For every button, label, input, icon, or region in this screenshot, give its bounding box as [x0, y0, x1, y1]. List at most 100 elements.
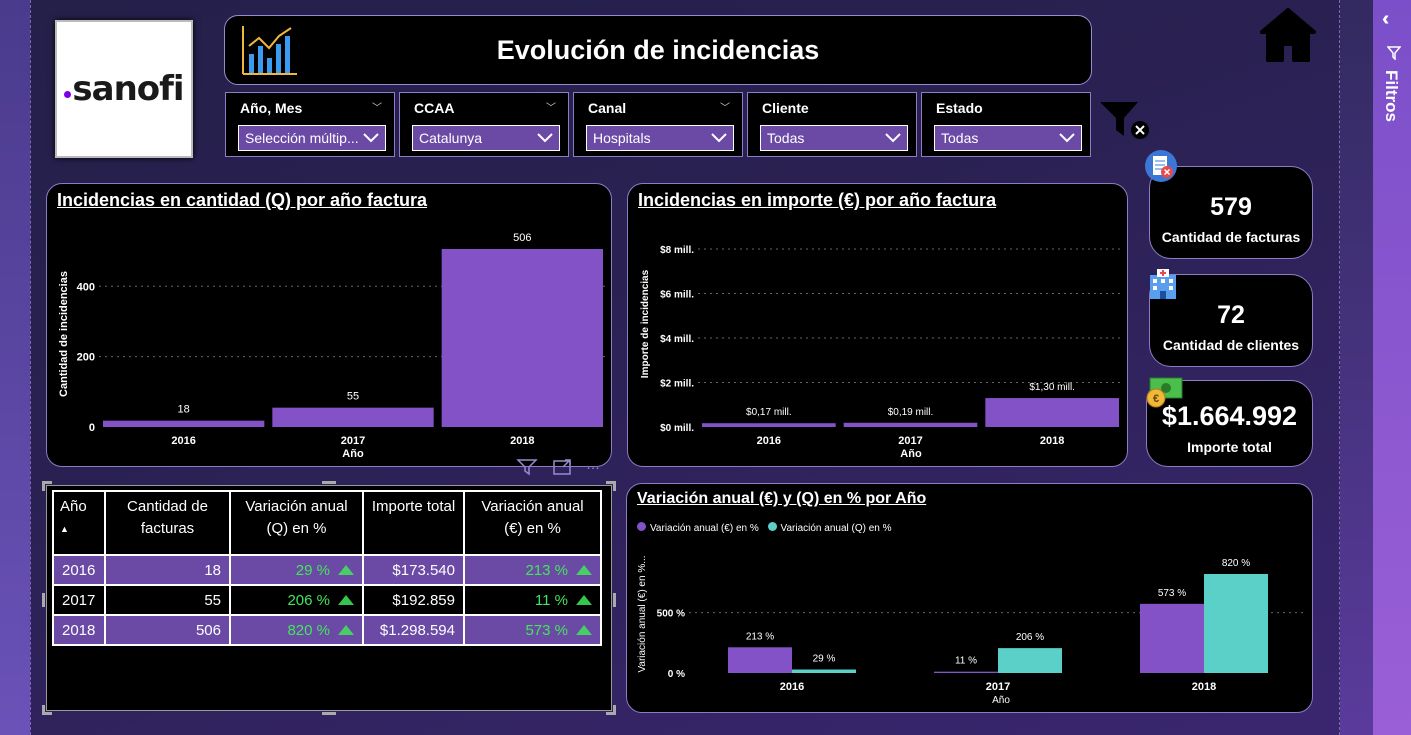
- logo-text: sanofi: [64, 69, 185, 109]
- bar[interactable]: [441, 249, 603, 427]
- cell-var-e: 573 %: [463, 614, 602, 646]
- x-tick-label: 2016: [171, 435, 195, 447]
- column-header[interactable]: Cantidad de facturas: [104, 490, 231, 556]
- data-label: 213 %: [746, 631, 774, 642]
- data-label: 573 %: [1158, 588, 1186, 599]
- x-tick-label: 2018: [1192, 681, 1216, 693]
- filters-pane[interactable]: ‹‹ Filtros: [1373, 0, 1411, 735]
- slicer-value: Hospitals: [593, 130, 651, 146]
- bar[interactable]: [728, 647, 792, 673]
- bar[interactable]: [843, 422, 978, 427]
- chevron-down-icon[interactable]: ﹀: [720, 99, 730, 114]
- header-label: Variación anual (Q) en %: [245, 498, 348, 537]
- invoice-icon: [1145, 150, 1177, 182]
- table-row[interactable]: 2016 18 29 % $173.540 213 %: [52, 554, 602, 586]
- slicer-dropdown[interactable]: Hospitals: [586, 125, 734, 151]
- dropdown-arrow-icon: [363, 133, 379, 143]
- up-arrow-icon: [338, 594, 354, 605]
- sort-asc-icon: ▲: [60, 524, 69, 534]
- bar[interactable]: [272, 407, 434, 427]
- column-header[interactable]: Año ▲: [52, 490, 106, 556]
- bar[interactable]: [934, 671, 998, 673]
- bar[interactable]: [792, 669, 856, 673]
- slicer-ccaa[interactable]: CCAA ﹀ Catalunya: [399, 92, 569, 157]
- clear-filters-icon[interactable]: [1098, 100, 1152, 142]
- filters-pane-label[interactable]: Filtros: [1381, 70, 1401, 122]
- header-label: Cantidad de facturas: [127, 498, 208, 537]
- more-options-icon[interactable]: …: [586, 456, 600, 472]
- focus-mode-icon[interactable]: [552, 458, 574, 476]
- up-arrow-icon: [338, 564, 354, 575]
- home-icon[interactable]: [1258, 6, 1318, 64]
- cell-importe: $1.298.594: [362, 614, 465, 646]
- title-bar: Evolución de incidencias: [224, 15, 1092, 85]
- table-row[interactable]: 2018 506 820 % $1.298.594 573 %: [52, 614, 602, 646]
- slicer-canal[interactable]: Canal ﹀ Hospitals: [573, 92, 743, 157]
- filter-icon[interactable]: [516, 458, 538, 476]
- slicer-label: Estado: [936, 100, 983, 116]
- cell-count: 506: [104, 614, 231, 646]
- slicer-label: Canal: [588, 100, 627, 116]
- cell-year: 2016: [52, 554, 106, 586]
- filter-icon: [1387, 46, 1401, 60]
- y-tick-label: $6 mill.: [660, 290, 694, 301]
- logo-dot: [64, 91, 72, 98]
- slicer-dropdown[interactable]: Catalunya: [412, 125, 560, 151]
- kpi-label: Importe total: [1187, 439, 1272, 455]
- cell-value: 213 %: [525, 561, 568, 579]
- table-row[interactable]: 2017 55 206 % $192.859 11 %: [52, 584, 602, 616]
- slicer-dropdown[interactable]: Todas: [934, 125, 1082, 151]
- slicer-value: Selección múltip...: [245, 130, 359, 146]
- chart-cantidad-panel[interactable]: Incidencias en cantidad (Q) por año fact…: [46, 183, 612, 467]
- chevron-down-icon[interactable]: ﹀: [372, 99, 382, 114]
- chart-importe-panel[interactable]: Incidencias en importe (€) por año factu…: [627, 183, 1128, 467]
- y-tick-label: $0 mill.: [660, 423, 694, 434]
- header-label: Importe total: [371, 498, 456, 515]
- column-header[interactable]: Importe total: [362, 490, 465, 556]
- cell-importe: $192.859: [362, 584, 465, 616]
- bar[interactable]: [985, 398, 1119, 427]
- slicer-value: Todas: [767, 130, 805, 146]
- x-tick-label: 2016: [757, 435, 781, 447]
- bar[interactable]: [702, 423, 836, 427]
- svg-text:€: €: [1153, 393, 1159, 405]
- cell-var-e: 213 %: [463, 554, 602, 586]
- y-tick-label: 500 %: [657, 609, 685, 620]
- data-table: Año ▲ Cantidad de facturas Variación anua…: [52, 490, 602, 646]
- y-tick-label: 200: [77, 352, 95, 364]
- chevron-down-icon[interactable]: ﹀: [546, 99, 556, 114]
- y-tick-label: $4 mill.: [660, 334, 694, 345]
- cell-var-q: 206 %: [229, 584, 364, 616]
- column-header[interactable]: Variación anual (Q) en %: [229, 490, 364, 556]
- cell-value: 820 %: [287, 621, 330, 639]
- chart-variacion: 0 % 500 % 213 % 29 % 2016 11 % 206 % 2017 573 % 8…: [637, 555, 1307, 706]
- slicer-value: Todas: [941, 130, 979, 146]
- y-tick-label: $2 mill.: [660, 379, 694, 390]
- x-tick-label: 2017: [986, 681, 1010, 693]
- dropdown-arrow-icon: [711, 133, 727, 143]
- cell-var-q: 29 %: [229, 554, 364, 586]
- bar[interactable]: [1140, 603, 1204, 673]
- slicer-dropdown[interactable]: Todas: [760, 125, 908, 151]
- slicer-cliente[interactable]: Cliente Todas: [747, 92, 917, 157]
- dropdown-arrow-icon: [1059, 133, 1075, 143]
- cell-value: 573 %: [525, 621, 568, 639]
- hospital-icon: [1150, 269, 1176, 299]
- data-label: $0,19 mill.: [888, 407, 934, 418]
- slicer-label: CCAA: [414, 100, 455, 116]
- data-label: 18: [178, 404, 190, 416]
- slicer-dropdown[interactable]: Selección múltip...: [238, 125, 386, 151]
- y-axis-title: Variación anual (€) en %...: [637, 555, 648, 672]
- logo-wordmark: sanofi: [72, 69, 184, 109]
- slicer-estado[interactable]: Estado Todas: [921, 92, 1091, 157]
- cell-var-e: 11 %: [463, 584, 602, 616]
- column-header[interactable]: Variación anual (€) en %: [463, 490, 602, 556]
- chart-variacion-panel[interactable]: Variación anual (€) y (Q) en % por Año V…: [626, 483, 1313, 713]
- bar[interactable]: [998, 648, 1062, 673]
- bar[interactable]: [103, 420, 265, 427]
- collapse-chevron-icon[interactable]: ‹‹: [1382, 8, 1391, 31]
- dropdown-arrow-icon: [885, 133, 901, 143]
- bar[interactable]: [1204, 574, 1268, 673]
- slicer-ano-mes[interactable]: Año, Mes ﹀ Selección múltip...: [225, 92, 395, 157]
- slicer-value: Catalunya: [419, 130, 483, 146]
